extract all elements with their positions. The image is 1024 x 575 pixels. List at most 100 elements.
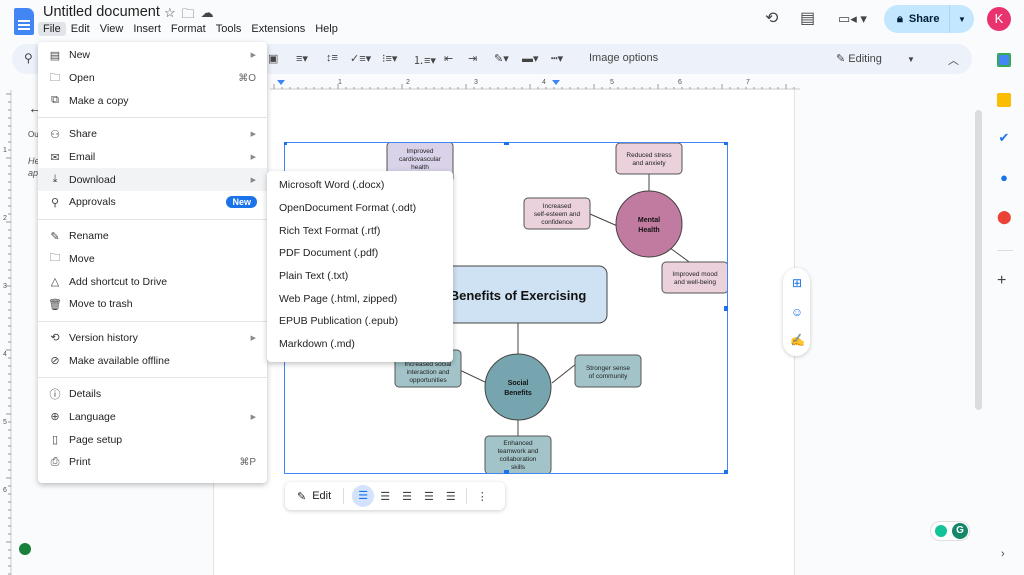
document-title[interactable]: Untitled document — [43, 4, 160, 20]
menu-extensions[interactable]: Extensions — [246, 22, 310, 36]
menu-insert[interactable]: Insert — [128, 22, 166, 36]
file-menu-item-add-shortcut-to-drive[interactable]: △ Add shortcut to Drive — [38, 270, 267, 293]
menu-item-label: Move — [69, 252, 95, 265]
wrap-text-icon[interactable]: ☰ — [380, 490, 390, 503]
bulleted-list-icon[interactable]: ⁝≡▾ — [382, 52, 397, 65]
contacts-icon[interactable]: ● — [997, 171, 1011, 185]
add-comment-icon[interactable]: ⊞ — [790, 276, 804, 290]
menu-help[interactable]: Help — [310, 22, 343, 36]
file-menu-item-rename[interactable]: ✎ Rename — [38, 225, 267, 248]
file-menu-item-make-a-copy[interactable]: ⧉ Make a copy — [38, 89, 267, 112]
docs-logo-icon[interactable] — [14, 8, 34, 35]
resize-handle — [504, 142, 509, 145]
file-menu-item-version-history[interactable]: ⟲ Version history ▶ — [38, 327, 267, 350]
file-menu-item-share[interactable]: ⚇ Share ▶ — [38, 123, 267, 146]
border-dash-icon[interactable]: ┅▾ — [551, 52, 563, 65]
svg-text:teamwork and: teamwork and — [498, 448, 539, 455]
line-spacing-icon[interactable]: ↕≡ — [326, 52, 338, 64]
calendar-icon[interactable] — [997, 53, 1011, 67]
version-history-icon[interactable]: ⟲ — [765, 8, 778, 28]
break-text-icon[interactable]: ☰ — [402, 490, 412, 503]
download-option[interactable]: Microsoft Word (.docx) — [267, 174, 453, 197]
inline-icon[interactable]: ☰ — [352, 485, 375, 507]
menu-item-label: Print — [69, 456, 91, 469]
border-weight-icon[interactable]: ▬▾ — [522, 52, 539, 65]
horizontal-ruler[interactable]: 1 2 3 4 5 6 7 — [270, 76, 800, 90]
file-menu-item-details[interactable]: ⓘ Details — [38, 383, 267, 406]
svg-text:Health: Health — [638, 227, 659, 234]
comments-icon[interactable]: ▤ — [800, 8, 815, 28]
increase-indent-icon[interactable]: ⇥ — [468, 52, 477, 65]
decrease-indent-icon[interactable]: ⇤ — [444, 52, 453, 65]
resize-handle — [724, 306, 728, 311]
download-option[interactable]: EPUB Publication (.epub) — [267, 310, 453, 333]
tasks-icon[interactable]: ✔ — [997, 131, 1011, 145]
more-options-icon[interactable]: ⋮ — [477, 490, 488, 503]
scrollbar[interactable] — [975, 110, 982, 410]
offline-icon: ⊘ — [50, 355, 60, 368]
file-menu-item-move[interactable]: 🗀 Move — [38, 248, 267, 271]
checklist-icon[interactable]: ✓≡▾ — [350, 52, 371, 65]
share-dropdown-icon[interactable]: ▼ — [950, 15, 974, 24]
extension-icon[interactable] — [19, 543, 31, 555]
ruler-tick-label: 3 — [474, 79, 478, 86]
menu-file[interactable]: File — [38, 22, 66, 36]
pencil-icon: ✎ — [836, 53, 846, 65]
add-addon-icon[interactable]: + — [997, 272, 1006, 290]
svg-text:and well-being: and well-being — [674, 279, 716, 286]
file-menu-item-open[interactable]: 🗀 Open ⌘O — [38, 67, 267, 90]
insert-image-icon[interactable]: ▣ — [268, 52, 278, 65]
file-menu-item-make-available-offline[interactable]: ⊘ Make available offline — [38, 349, 267, 372]
menu-edit[interactable]: Edit — [66, 22, 95, 36]
menu-item-label: Share — [69, 128, 98, 141]
download-option[interactable]: OpenDocument Format (.odt) — [267, 197, 453, 220]
physical-node-label: Improved — [406, 148, 433, 155]
avatar[interactable]: K — [987, 7, 1011, 31]
menu-format[interactable]: Format — [166, 22, 211, 36]
border-color-icon[interactable]: ✎▾ — [494, 52, 509, 65]
menu-view[interactable]: View — [95, 22, 129, 36]
numbered-list-icon[interactable]: ⒈≡▾ — [413, 52, 436, 68]
download-option[interactable]: Plain Text (.txt) — [267, 265, 453, 288]
file-menu-item-email[interactable]: ✉ Email ▶ — [38, 146, 267, 169]
in-front-of-text-icon[interactable]: ☰ — [446, 490, 456, 503]
file-menu-item-language[interactable]: ⊕ Language ▶ — [38, 406, 267, 429]
expand-panel-icon[interactable]: › — [1001, 548, 1005, 560]
ruler-tick-label: 7 — [746, 79, 750, 86]
collapse-menus-icon[interactable]: ︿ — [948, 52, 959, 68]
menu-tools[interactable]: Tools — [211, 22, 247, 36]
suggest-edits-icon[interactable]: ✍ — [790, 333, 805, 347]
emoji-reaction-icon[interactable]: ☺ — [790, 305, 804, 319]
meet-icon[interactable]: ▭◂ ▾ — [838, 11, 867, 27]
lightbulb-icon[interactable] — [935, 525, 947, 537]
download-option[interactable]: Rich Text Format (.rtf) — [267, 219, 453, 242]
menu-bar: File Edit View Insert Format Tools Exten… — [38, 22, 343, 36]
file-menu: ▤ New ▶ 🗀 Open ⌘O ⧉ Make a copy ⚇ Share ▶ ✉ Email ▶ ⤓ D… — [38, 42, 267, 483]
editing-mode-button[interactable]: ✎ Editing ▼ — [836, 52, 915, 65]
maps-icon[interactable]: ⬤ — [997, 210, 1012, 224]
file-menu-item-download[interactable]: ⤓ Download ▶ — [38, 168, 267, 192]
file-menu-item-page-setup[interactable]: ▯ Page setup — [38, 428, 267, 451]
download-option[interactable]: PDF Document (.pdf) — [267, 242, 453, 265]
svg-text:confidence: confidence — [541, 219, 573, 226]
vertical-ruler[interactable]: 1 2 3 4 5 6 — [0, 90, 14, 575]
behind-text-icon[interactable]: ☰ — [424, 490, 434, 503]
svg-text:self-esteem and: self-esteem and — [534, 211, 581, 218]
edit-image-button[interactable]: Edit — [312, 490, 331, 502]
download-option[interactable]: Web Page (.html, zipped) — [267, 287, 453, 310]
submenu-arrow-icon: ▶ — [250, 52, 256, 60]
file-menu-item-print[interactable]: ⎙ Print ⌘P — [38, 451, 267, 474]
file-menu-item-move-to-trash[interactable]: 🗑 Move to trash — [38, 293, 267, 316]
file-menu-item-approvals[interactable]: ⚲ Approvals New — [38, 191, 267, 214]
search-menus-icon[interactable]: ⚲ — [24, 51, 33, 65]
ruler-tick-label: 2 — [3, 215, 7, 222]
keep-icon[interactable] — [997, 93, 1011, 107]
share-button[interactable]: 🔒︎ Share ▼ — [884, 5, 974, 33]
grammarly-icon[interactable]: G — [952, 523, 968, 539]
align-icon[interactable]: ≡▾ — [296, 52, 308, 65]
image-options-button[interactable]: Image options — [589, 52, 658, 64]
file-menu-item-new[interactable]: ▤ New ▶ — [38, 44, 267, 67]
download-option[interactable]: Markdown (.md) — [267, 333, 453, 356]
svg-text:health: health — [411, 164, 429, 171]
grammarly-widget[interactable]: G — [930, 521, 970, 541]
